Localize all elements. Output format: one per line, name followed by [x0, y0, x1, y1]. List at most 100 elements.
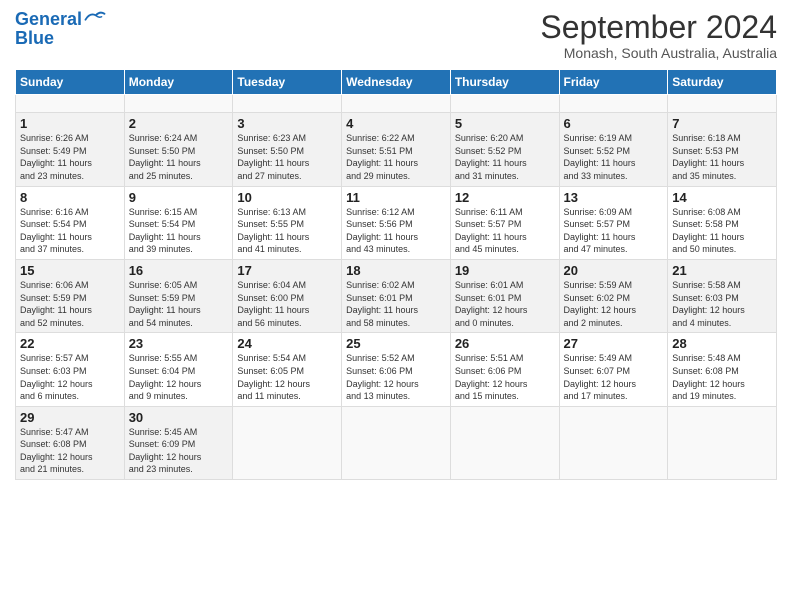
day-info: Sunrise: 6:06 AM Sunset: 5:59 PM Dayligh…	[20, 279, 120, 329]
table-row: 18Sunrise: 6:02 AM Sunset: 6:01 PM Dayli…	[342, 259, 451, 332]
day-info: Sunrise: 6:12 AM Sunset: 5:56 PM Dayligh…	[346, 206, 446, 256]
logo-blue: Blue	[15, 28, 54, 49]
day-number: 28	[672, 336, 772, 351]
day-info: Sunrise: 6:11 AM Sunset: 5:57 PM Dayligh…	[455, 206, 555, 256]
month-title: September 2024	[540, 10, 777, 45]
day-info: Sunrise: 6:04 AM Sunset: 6:00 PM Dayligh…	[237, 279, 337, 329]
table-row	[450, 406, 559, 479]
day-number: 18	[346, 263, 446, 278]
day-info: Sunrise: 5:47 AM Sunset: 6:08 PM Dayligh…	[20, 426, 120, 476]
table-row: 24Sunrise: 5:54 AM Sunset: 6:05 PM Dayli…	[233, 333, 342, 406]
table-row	[668, 95, 777, 113]
table-row: 8Sunrise: 6:16 AM Sunset: 5:54 PM Daylig…	[16, 186, 125, 259]
day-number: 6	[564, 116, 664, 131]
title-block: September 2024 Monash, South Australia, …	[540, 10, 777, 61]
day-info: Sunrise: 5:51 AM Sunset: 6:06 PM Dayligh…	[455, 352, 555, 402]
table-row: 3Sunrise: 6:23 AM Sunset: 5:50 PM Daylig…	[233, 113, 342, 186]
day-number: 25	[346, 336, 446, 351]
day-number: 13	[564, 190, 664, 205]
day-number: 9	[129, 190, 229, 205]
day-info: Sunrise: 6:18 AM Sunset: 5:53 PM Dayligh…	[672, 132, 772, 182]
day-info: Sunrise: 6:19 AM Sunset: 5:52 PM Dayligh…	[564, 132, 664, 182]
day-info: Sunrise: 6:15 AM Sunset: 5:54 PM Dayligh…	[129, 206, 229, 256]
day-number: 7	[672, 116, 772, 131]
day-number: 12	[455, 190, 555, 205]
table-row: 4Sunrise: 6:22 AM Sunset: 5:51 PM Daylig…	[342, 113, 451, 186]
calendar-header-row: Sunday Monday Tuesday Wednesday Thursday…	[16, 70, 777, 95]
day-info: Sunrise: 6:22 AM Sunset: 5:51 PM Dayligh…	[346, 132, 446, 182]
header: General Blue September 2024 Monash, Sout…	[15, 10, 777, 61]
day-number: 22	[20, 336, 120, 351]
table-row: 27Sunrise: 5:49 AM Sunset: 6:07 PM Dayli…	[559, 333, 668, 406]
calendar-row: 8Sunrise: 6:16 AM Sunset: 5:54 PM Daylig…	[16, 186, 777, 259]
calendar-row	[16, 95, 777, 113]
calendar-row: 29Sunrise: 5:47 AM Sunset: 6:08 PM Dayli…	[16, 406, 777, 479]
table-row: 7Sunrise: 6:18 AM Sunset: 5:53 PM Daylig…	[668, 113, 777, 186]
calendar: Sunday Monday Tuesday Wednesday Thursday…	[15, 69, 777, 480]
table-row: 13Sunrise: 6:09 AM Sunset: 5:57 PM Dayli…	[559, 186, 668, 259]
table-row	[668, 406, 777, 479]
day-number: 4	[346, 116, 446, 131]
table-row: 12Sunrise: 6:11 AM Sunset: 5:57 PM Dayli…	[450, 186, 559, 259]
table-row	[342, 406, 451, 479]
day-info: Sunrise: 6:01 AM Sunset: 6:01 PM Dayligh…	[455, 279, 555, 329]
logo-general: General	[15, 9, 82, 29]
day-info: Sunrise: 5:57 AM Sunset: 6:03 PM Dayligh…	[20, 352, 120, 402]
col-sunday: Sunday	[16, 70, 125, 95]
day-info: Sunrise: 5:58 AM Sunset: 6:03 PM Dayligh…	[672, 279, 772, 329]
day-info: Sunrise: 6:13 AM Sunset: 5:55 PM Dayligh…	[237, 206, 337, 256]
table-row	[233, 95, 342, 113]
day-number: 30	[129, 410, 229, 425]
day-info: Sunrise: 5:48 AM Sunset: 6:08 PM Dayligh…	[672, 352, 772, 402]
day-info: Sunrise: 6:05 AM Sunset: 5:59 PM Dayligh…	[129, 279, 229, 329]
day-number: 23	[129, 336, 229, 351]
day-info: Sunrise: 6:26 AM Sunset: 5:49 PM Dayligh…	[20, 132, 120, 182]
day-info: Sunrise: 6:23 AM Sunset: 5:50 PM Dayligh…	[237, 132, 337, 182]
table-row	[559, 95, 668, 113]
page: General Blue September 2024 Monash, Sout…	[0, 0, 792, 612]
calendar-row: 15Sunrise: 6:06 AM Sunset: 5:59 PM Dayli…	[16, 259, 777, 332]
col-wednesday: Wednesday	[342, 70, 451, 95]
location-subtitle: Monash, South Australia, Australia	[540, 45, 777, 61]
table-row: 9Sunrise: 6:15 AM Sunset: 5:54 PM Daylig…	[124, 186, 233, 259]
day-info: Sunrise: 5:54 AM Sunset: 6:05 PM Dayligh…	[237, 352, 337, 402]
table-row	[559, 406, 668, 479]
table-row: 23Sunrise: 5:55 AM Sunset: 6:04 PM Dayli…	[124, 333, 233, 406]
day-info: Sunrise: 6:02 AM Sunset: 6:01 PM Dayligh…	[346, 279, 446, 329]
day-info: Sunrise: 6:16 AM Sunset: 5:54 PM Dayligh…	[20, 206, 120, 256]
col-thursday: Thursday	[450, 70, 559, 95]
table-row: 26Sunrise: 5:51 AM Sunset: 6:06 PM Dayli…	[450, 333, 559, 406]
logo-bird-icon	[84, 9, 106, 23]
table-row: 14Sunrise: 6:08 AM Sunset: 5:58 PM Dayli…	[668, 186, 777, 259]
day-number: 5	[455, 116, 555, 131]
table-row: 29Sunrise: 5:47 AM Sunset: 6:08 PM Dayli…	[16, 406, 125, 479]
table-row: 20Sunrise: 5:59 AM Sunset: 6:02 PM Dayli…	[559, 259, 668, 332]
table-row: 28Sunrise: 5:48 AM Sunset: 6:08 PM Dayli…	[668, 333, 777, 406]
table-row: 11Sunrise: 6:12 AM Sunset: 5:56 PM Dayli…	[342, 186, 451, 259]
day-number: 15	[20, 263, 120, 278]
day-number: 17	[237, 263, 337, 278]
table-row: 6Sunrise: 6:19 AM Sunset: 5:52 PM Daylig…	[559, 113, 668, 186]
col-saturday: Saturday	[668, 70, 777, 95]
day-number: 10	[237, 190, 337, 205]
day-number: 8	[20, 190, 120, 205]
table-row: 30Sunrise: 5:45 AM Sunset: 6:09 PM Dayli…	[124, 406, 233, 479]
day-number: 29	[20, 410, 120, 425]
day-info: Sunrise: 6:08 AM Sunset: 5:58 PM Dayligh…	[672, 206, 772, 256]
day-number: 3	[237, 116, 337, 131]
table-row: 2Sunrise: 6:24 AM Sunset: 5:50 PM Daylig…	[124, 113, 233, 186]
day-number: 16	[129, 263, 229, 278]
table-row: 1Sunrise: 6:26 AM Sunset: 5:49 PM Daylig…	[16, 113, 125, 186]
table-row	[16, 95, 125, 113]
col-friday: Friday	[559, 70, 668, 95]
table-row: 15Sunrise: 6:06 AM Sunset: 5:59 PM Dayli…	[16, 259, 125, 332]
table-row: 21Sunrise: 5:58 AM Sunset: 6:03 PM Dayli…	[668, 259, 777, 332]
table-row	[450, 95, 559, 113]
day-number: 24	[237, 336, 337, 351]
logo: General Blue	[15, 10, 106, 49]
day-number: 2	[129, 116, 229, 131]
day-info: Sunrise: 5:49 AM Sunset: 6:07 PM Dayligh…	[564, 352, 664, 402]
table-row: 17Sunrise: 6:04 AM Sunset: 6:00 PM Dayli…	[233, 259, 342, 332]
day-number: 11	[346, 190, 446, 205]
day-info: Sunrise: 5:52 AM Sunset: 6:06 PM Dayligh…	[346, 352, 446, 402]
